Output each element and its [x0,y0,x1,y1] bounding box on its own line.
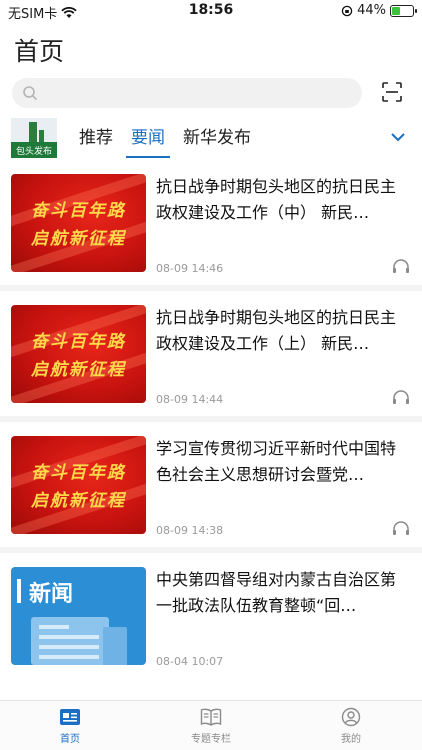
news-item[interactable]: 奋斗百年路 启航新征程 学习宣传贯彻习近平新时代中国特色社会主义思想研讨会暨党…… [0,422,422,553]
tab-xinhua-release[interactable]: 新华发布 [174,116,260,160]
channel-logo[interactable]: 包头发布 [11,118,57,158]
tab-recommend[interactable]: 推荐 [70,116,122,160]
battery-icon [390,4,417,17]
thumb-text-line1: 奋斗百年路 [31,463,126,483]
news-thumbnail: 奋斗百年路 启航新征程 [11,305,146,403]
search-input[interactable] [46,78,346,108]
channel-logo-label: 包头发布 [15,147,52,157]
thumb-word: 新闻 [29,582,74,607]
news-title: 抗日战争时期包头地区的抗日民主政权建设及工作（上） 新民… [156,308,397,353]
book-icon [200,708,222,726]
thumb-text-line1: 奋斗百年路 [31,332,126,352]
bottom-tab-bar: 首页 专题专栏 我的 [0,700,422,750]
thumb-text-line2: 启航新征程 [31,360,126,380]
battery-percent: 44% [357,3,386,18]
news-title: 中央第四督导组对内蒙古自治区第一批政法队伍教育整顿“回… [156,570,397,615]
search-bar[interactable] [12,78,362,108]
status-bar: 无SIM卡 18:56 44% [0,0,422,22]
channel-tabs: 推荐 要闻 新华发布 [70,116,260,160]
scan-icon[interactable] [382,82,402,102]
channel-bar: 包头发布 推荐 要闻 新华发布 [0,116,422,160]
thumb-text-line2: 启航新征程 [31,491,126,511]
search-icon [23,86,38,101]
news-home-icon [60,709,80,725]
thumb-text-line2: 启航新征程 [31,229,126,249]
thumb-text-line1: 奋斗百年路 [31,201,126,221]
news-time: 08-04 10:07 [156,655,224,668]
page-title: 首页 [14,37,65,66]
news-title: 学习宣传贯彻习近平新时代中国特色社会主义思想研讨会暨党… [156,439,397,484]
headphone-icon[interactable] [392,389,410,405]
tabbar-label: 我的 [341,734,361,745]
tabbar-item-home[interactable]: 首页 [30,707,110,745]
tabbar-item-mine[interactable]: 我的 [311,707,391,745]
tabbar-label: 首页 [60,734,80,745]
news-time: 08-09 14:38 [156,524,224,537]
news-item[interactable]: 奋斗百年路 启航新征程 抗日战争时期包头地区的抗日民主政权建设及工作（上） 新民… [0,291,422,422]
chevron-down-icon[interactable] [390,131,406,143]
news-time: 08-09 14:46 [156,262,224,275]
headphone-icon[interactable] [392,258,410,274]
tabbar-item-topics[interactable]: 专题专栏 [171,707,251,745]
news-thumbnail: 奋斗百年路 启航新征程 [11,436,146,534]
tab-headlines[interactable]: 要闻 [122,116,174,160]
news-thumbnail: 新闻 [11,567,146,665]
news-title: 抗日战争时期包头地区的抗日民主政权建设及工作（中） 新民… [156,177,397,222]
news-thumbnail: 奋斗百年路 启航新征程 [11,174,146,272]
news-list: 奋斗百年路 启航新征程 抗日战争时期包头地区的抗日民主政权建设及工作（中） 新民… [0,160,422,693]
rotation-lock-icon [341,5,353,16]
headphone-icon[interactable] [392,520,410,536]
tabbar-label: 专题专栏 [191,734,231,745]
news-item[interactable]: 新闻 中央第四督导组对内蒙古自治区第一批政法队伍教育整顿“回… 08-04 10… [0,553,422,693]
news-item[interactable]: 奋斗百年路 启航新征程 抗日战争时期包头地区的抗日民主政权建设及工作（中） 新民… [0,160,422,291]
user-icon [341,707,361,727]
status-right: 44% [341,3,417,18]
news-time: 08-09 14:44 [156,393,224,406]
